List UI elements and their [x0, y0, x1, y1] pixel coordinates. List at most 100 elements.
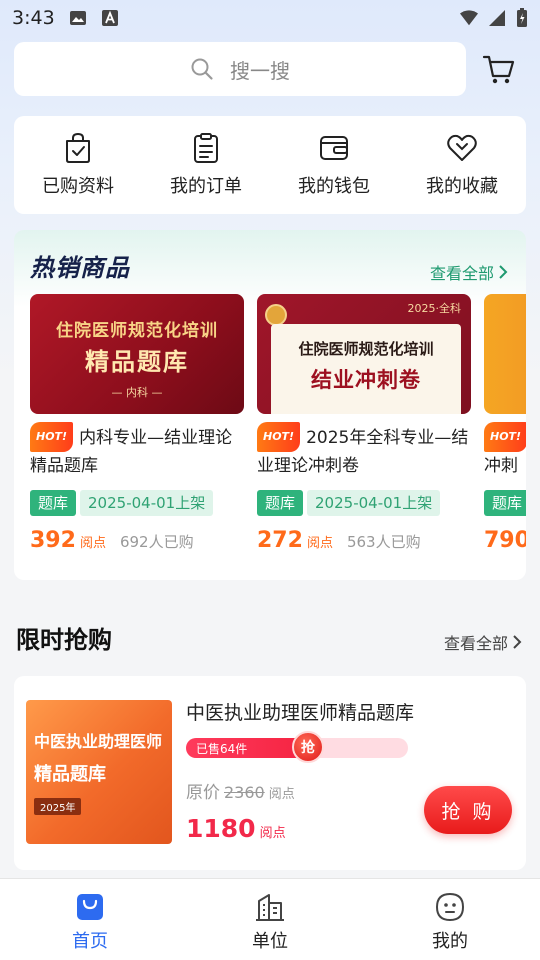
- quick-label-purchased: 已购资料: [42, 176, 114, 197]
- product-price-row: 272 阅点 563人已购: [257, 528, 471, 553]
- original-price-label: 原价: [186, 783, 220, 803]
- chevron-right-icon: [513, 635, 522, 649]
- product-cover: [484, 294, 526, 414]
- flash-view-all-link[interactable]: 查看全部: [444, 630, 522, 654]
- product-card[interactable]: 2025·全科 住院医师规范化培训 结业冲刺卷 HOT! 2025年全科专业—结业…: [257, 294, 471, 553]
- status-time: 3:43: [12, 7, 55, 29]
- product-card[interactable]: HOT! 冲刺 题库 790 阅点: [484, 294, 526, 553]
- quick-label-favorites: 我的收藏: [426, 176, 498, 197]
- cart-icon[interactable]: [482, 52, 516, 86]
- product-tags: 题库 2025-04-01上架: [30, 490, 244, 516]
- original-price: 2360: [224, 783, 265, 802]
- flash-cover-year: 2025年: [34, 798, 82, 815]
- profile-face-icon: [435, 892, 465, 922]
- product-date-tag: 2025-04-01上架: [307, 490, 441, 516]
- quick-label-wallet: 我的钱包: [298, 176, 370, 197]
- cover-paper: 住院医师规范化培训 结业冲刺卷: [271, 324, 461, 414]
- product-title: HOT! 冲刺: [484, 422, 526, 478]
- product-type-tag: 题库: [257, 490, 304, 516]
- flash-cover: 中医执业助理医师 精品题库 2025年: [26, 700, 172, 844]
- quick-item-favorites[interactable]: 我的收藏: [398, 116, 526, 214]
- product-tags: 题库 2025-04-01上架: [257, 490, 471, 516]
- purchased-bag-icon: [66, 132, 90, 163]
- cover-subtitle: — 内科 —: [111, 386, 163, 399]
- product-type-tag: 题库: [484, 490, 526, 516]
- status-bar: 3:43: [0, 0, 540, 36]
- flash-price-unit: 阅点: [259, 826, 286, 841]
- flash-view-all-label: 查看全部: [443, 634, 508, 653]
- product-tags: 题库: [484, 490, 526, 516]
- hot-products-list: 住院医师规范化培训 精品题库 — 内科 — HOT! 内科专业—结业理论精品题库 …: [30, 294, 526, 564]
- product-price-unit: 阅点: [306, 536, 333, 551]
- hot-view-all-label: 查看全部: [429, 264, 494, 283]
- flash-section-title: 限时抢购: [16, 626, 112, 654]
- product-buyers: 563人已购: [346, 533, 421, 551]
- product-card[interactable]: 住院医师规范化培训 精品题库 — 内科 — HOT! 内科专业—结业理论精品题库 …: [30, 294, 244, 553]
- tab-unit[interactable]: 单位: [180, 879, 360, 960]
- flash-product-name: 中医执业助理医师精品题库: [186, 702, 415, 724]
- order-clipboard-icon: [194, 133, 218, 163]
- product-name-text: 冲刺: [484, 456, 518, 476]
- quick-item-orders[interactable]: 我的订单: [142, 116, 270, 214]
- hot-badge: HOT!: [257, 422, 301, 452]
- original-price-row: 原价 2360 阅点: [186, 778, 295, 803]
- cover-line2: 精品题库: [85, 348, 189, 376]
- product-title: HOT! 内科专业—结业理论精品题库: [30, 422, 244, 478]
- medal-icon: [265, 304, 287, 326]
- search-row: 搜一搜: [14, 42, 526, 96]
- product-price-unit: 阅点: [79, 536, 106, 551]
- building-icon: [256, 894, 284, 921]
- hot-products-section: 热销商品 查看全部 住院医师规范化培训 精品题库 — 内科 — HOT! 内科专业…: [14, 230, 526, 580]
- quick-label-orders: 我的订单: [170, 176, 242, 197]
- cover-line2: 结业冲刺卷: [311, 368, 421, 392]
- cover-line1: 住院医师规范化培训: [56, 321, 218, 341]
- flash-sale-card[interactable]: 中医执业助理医师 精品题库 2025年 中医执业助理医师精品题库 已售64件 抢…: [14, 676, 526, 870]
- tab-home-label: 首页: [72, 931, 108, 952]
- product-price-row: 790 阅点: [484, 528, 526, 553]
- grab-buy-button[interactable]: 抢 购: [424, 786, 512, 834]
- product-price: 272: [257, 528, 303, 553]
- flash-cover-line1: 中医执业助理医师: [34, 732, 163, 751]
- font-notification-icon: [101, 10, 118, 26]
- product-price: 392: [30, 528, 76, 553]
- grab-badge-icon: 抢: [292, 731, 324, 763]
- product-buyers: 692人已购: [119, 533, 194, 551]
- search-placeholder: 搜一搜: [230, 58, 290, 83]
- flash-price-row: 1180 阅点: [186, 814, 286, 843]
- wallet-icon: [320, 136, 348, 160]
- product-price: 790: [484, 528, 526, 553]
- quick-item-wallet[interactable]: 我的钱包: [270, 116, 398, 214]
- search-input[interactable]: 搜一搜: [14, 42, 466, 96]
- gallery-icon: [69, 11, 86, 25]
- hot-badge: HOT!: [30, 422, 74, 452]
- cover-year: 2025·全科: [407, 302, 462, 315]
- quick-menu: 已购资料 我的订单 我的钱包 我的收藏: [14, 116, 526, 214]
- tab-unit-label: 单位: [252, 931, 288, 952]
- battery-icon: [517, 8, 527, 27]
- hot-badge: HOT!: [484, 422, 526, 452]
- tab-home[interactable]: 首页: [0, 879, 180, 960]
- home-bag-icon: [77, 894, 103, 920]
- signal-icon: [489, 10, 505, 26]
- chevron-right-icon: [499, 265, 508, 279]
- product-title: HOT! 2025年全科专业—结业理论冲刺卷: [257, 422, 471, 478]
- heart-icon: [447, 134, 477, 161]
- sold-count: 已售64件: [196, 742, 248, 756]
- hot-view-all-link[interactable]: 查看全部: [430, 260, 508, 284]
- search-icon: [191, 58, 213, 80]
- tab-profile-label: 我的: [432, 931, 468, 952]
- product-type-tag: 题库: [30, 490, 77, 516]
- cover-line1: 住院医师规范化培训: [298, 340, 434, 358]
- flash-price: 1180: [186, 814, 256, 843]
- hot-section-title: 热销商品: [30, 254, 130, 282]
- original-price-unit: 阅点: [268, 787, 295, 802]
- product-date-tag: 2025-04-01上架: [80, 490, 214, 516]
- product-cover: 住院医师规范化培训 精品题库 — 内科 —: [30, 294, 244, 414]
- product-price-row: 392 阅点 692人已购: [30, 528, 244, 553]
- tab-profile[interactable]: 我的: [360, 879, 540, 960]
- sold-progress-bar: 已售64件 抢: [186, 731, 408, 763]
- product-cover: 2025·全科 住院医师规范化培训 结业冲刺卷: [257, 294, 471, 414]
- bottom-tab-bar: 首页 单位 我的: [0, 878, 540, 960]
- flash-cover-line2: 精品题库: [34, 764, 106, 785]
- quick-item-purchased[interactable]: 已购资料: [14, 116, 142, 214]
